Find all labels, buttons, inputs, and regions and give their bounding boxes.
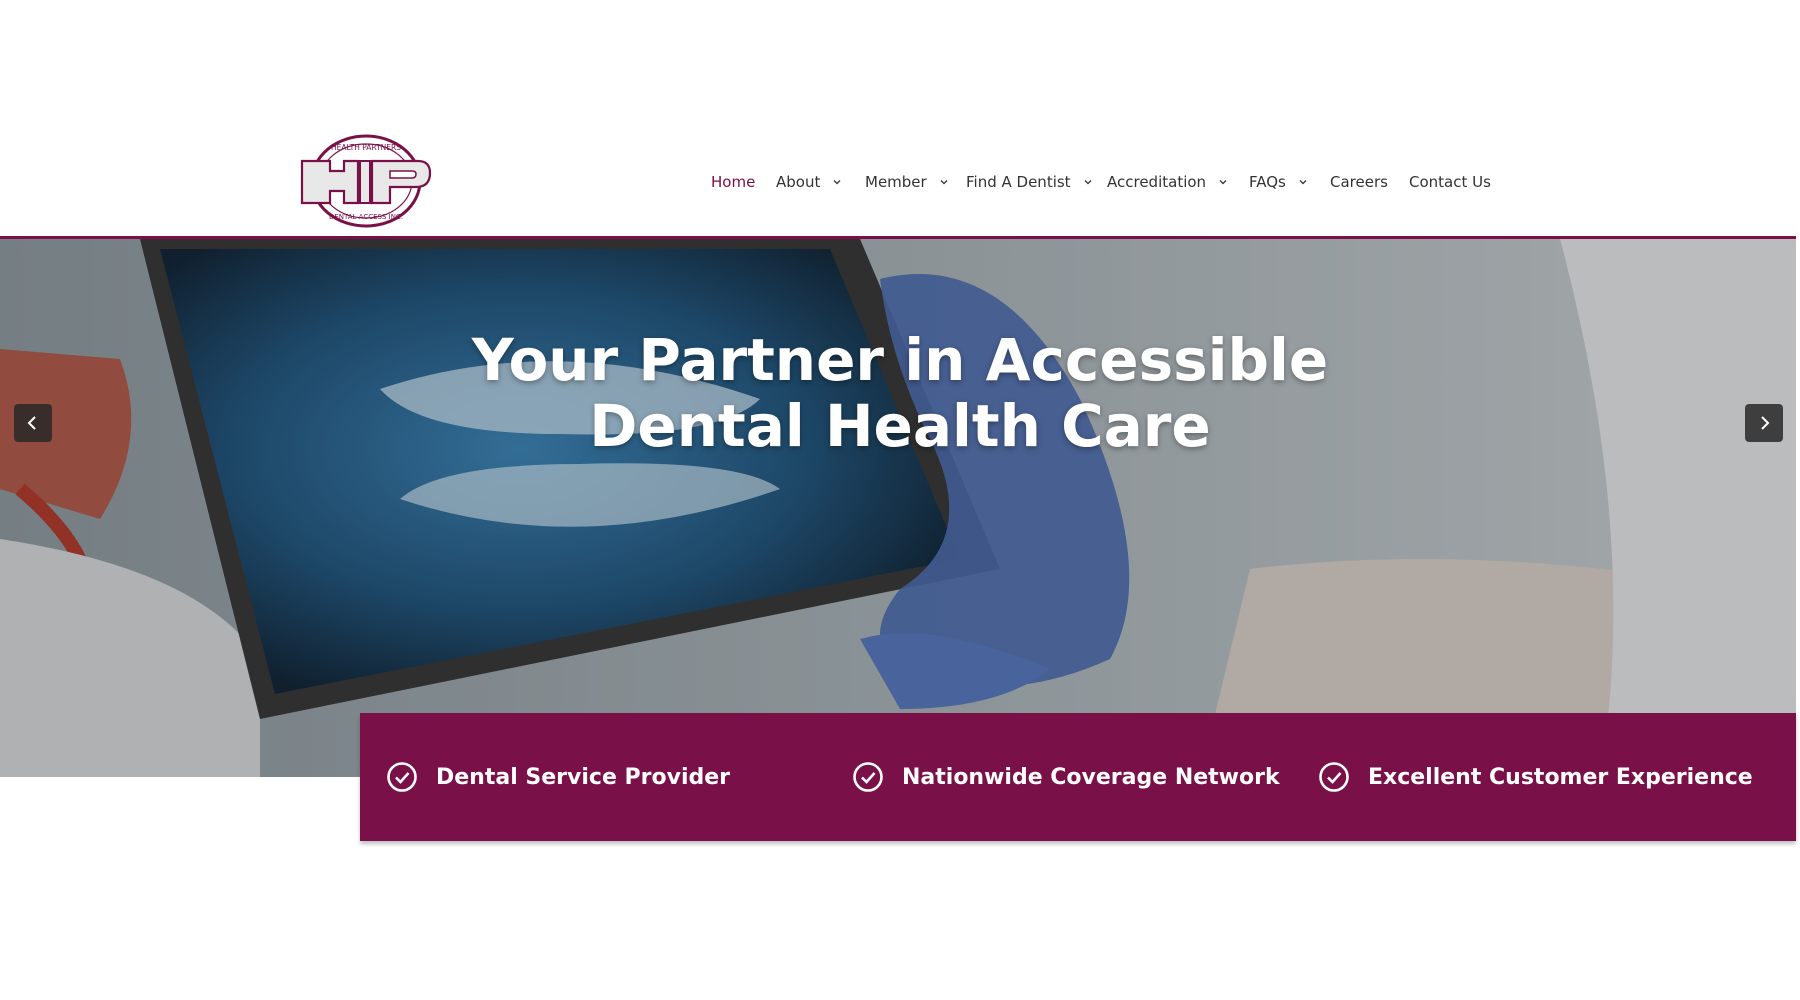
nav-item-about[interactable]: About <box>776 170 842 194</box>
nav-item-label: Member <box>865 173 927 191</box>
logo[interactable]: HEALTH PARTNERS DENTAL ACCESS INC. <box>300 133 432 229</box>
feature-item: Nationwide Coverage Network <box>852 759 1280 795</box>
chevron-down-icon <box>939 177 949 187</box>
nav-item-member[interactable]: Member <box>865 170 949 194</box>
nav-item-home[interactable]: Home <box>711 170 755 194</box>
check-circle-icon <box>387 762 417 792</box>
nav-item-accreditation[interactable]: Accreditation <box>1107 170 1228 194</box>
feature-label: Nationwide Coverage Network <box>902 764 1280 790</box>
hero-title: Your Partner in Accessible Dental Health… <box>380 327 1420 459</box>
nav-item-label: Careers <box>1330 173 1388 191</box>
chevron-down-icon <box>832 177 842 187</box>
feature-label: Dental Service Provider <box>436 764 731 790</box>
site-header: HEALTH PARTNERS DENTAL ACCESS INC. Home … <box>0 0 1800 236</box>
hero-title-line-2: Dental Health Care <box>589 392 1211 460</box>
nav-item-label: About <box>776 173 821 191</box>
nav-item-contact-us[interactable]: Contact Us <box>1409 170 1491 194</box>
feature-item: Excellent Customer Experience <box>1318 759 1753 795</box>
nav-item-label: Find A Dentist <box>966 173 1071 191</box>
chevron-down-icon <box>1083 177 1093 187</box>
chevron-right-icon <box>1761 416 1770 430</box>
nav-item-careers[interactable]: Careers <box>1330 170 1388 194</box>
logo-top-text: HEALTH PARTNERS <box>331 143 401 152</box>
chevron-down-icon <box>1298 177 1308 187</box>
nav-item-label: Accreditation <box>1107 173 1207 191</box>
check-circle-icon <box>1319 762 1349 792</box>
nav-item-label: Home <box>711 173 756 191</box>
nav-item-faqs[interactable]: FAQs <box>1249 170 1308 194</box>
hero-title-line-1: Your Partner in Accessible <box>471 326 1329 394</box>
nav-item-label: FAQs <box>1249 173 1286 191</box>
nav-item-find-a-dentist[interactable]: Find A Dentist <box>966 170 1093 194</box>
feature-label: Excellent Customer Experience <box>1368 764 1753 790</box>
features-bar: Dental Service Provider Nationwide Cover… <box>360 713 1796 841</box>
chevron-left-icon <box>27 416 36 430</box>
feature-item: Dental Service Provider <box>386 759 730 795</box>
slider-prev-button[interactable] <box>14 404 52 442</box>
hero-background-image <box>0 239 1796 777</box>
chevron-down-icon <box>1218 177 1228 187</box>
logo-bottom-text: DENTAL ACCESS INC. <box>329 213 403 221</box>
hero-slider: Your Partner in Accessible Dental Health… <box>0 236 1796 777</box>
nav-item-label: Contact Us <box>1409 173 1491 191</box>
check-circle-icon <box>853 762 883 792</box>
slider-next-button[interactable] <box>1745 404 1783 442</box>
